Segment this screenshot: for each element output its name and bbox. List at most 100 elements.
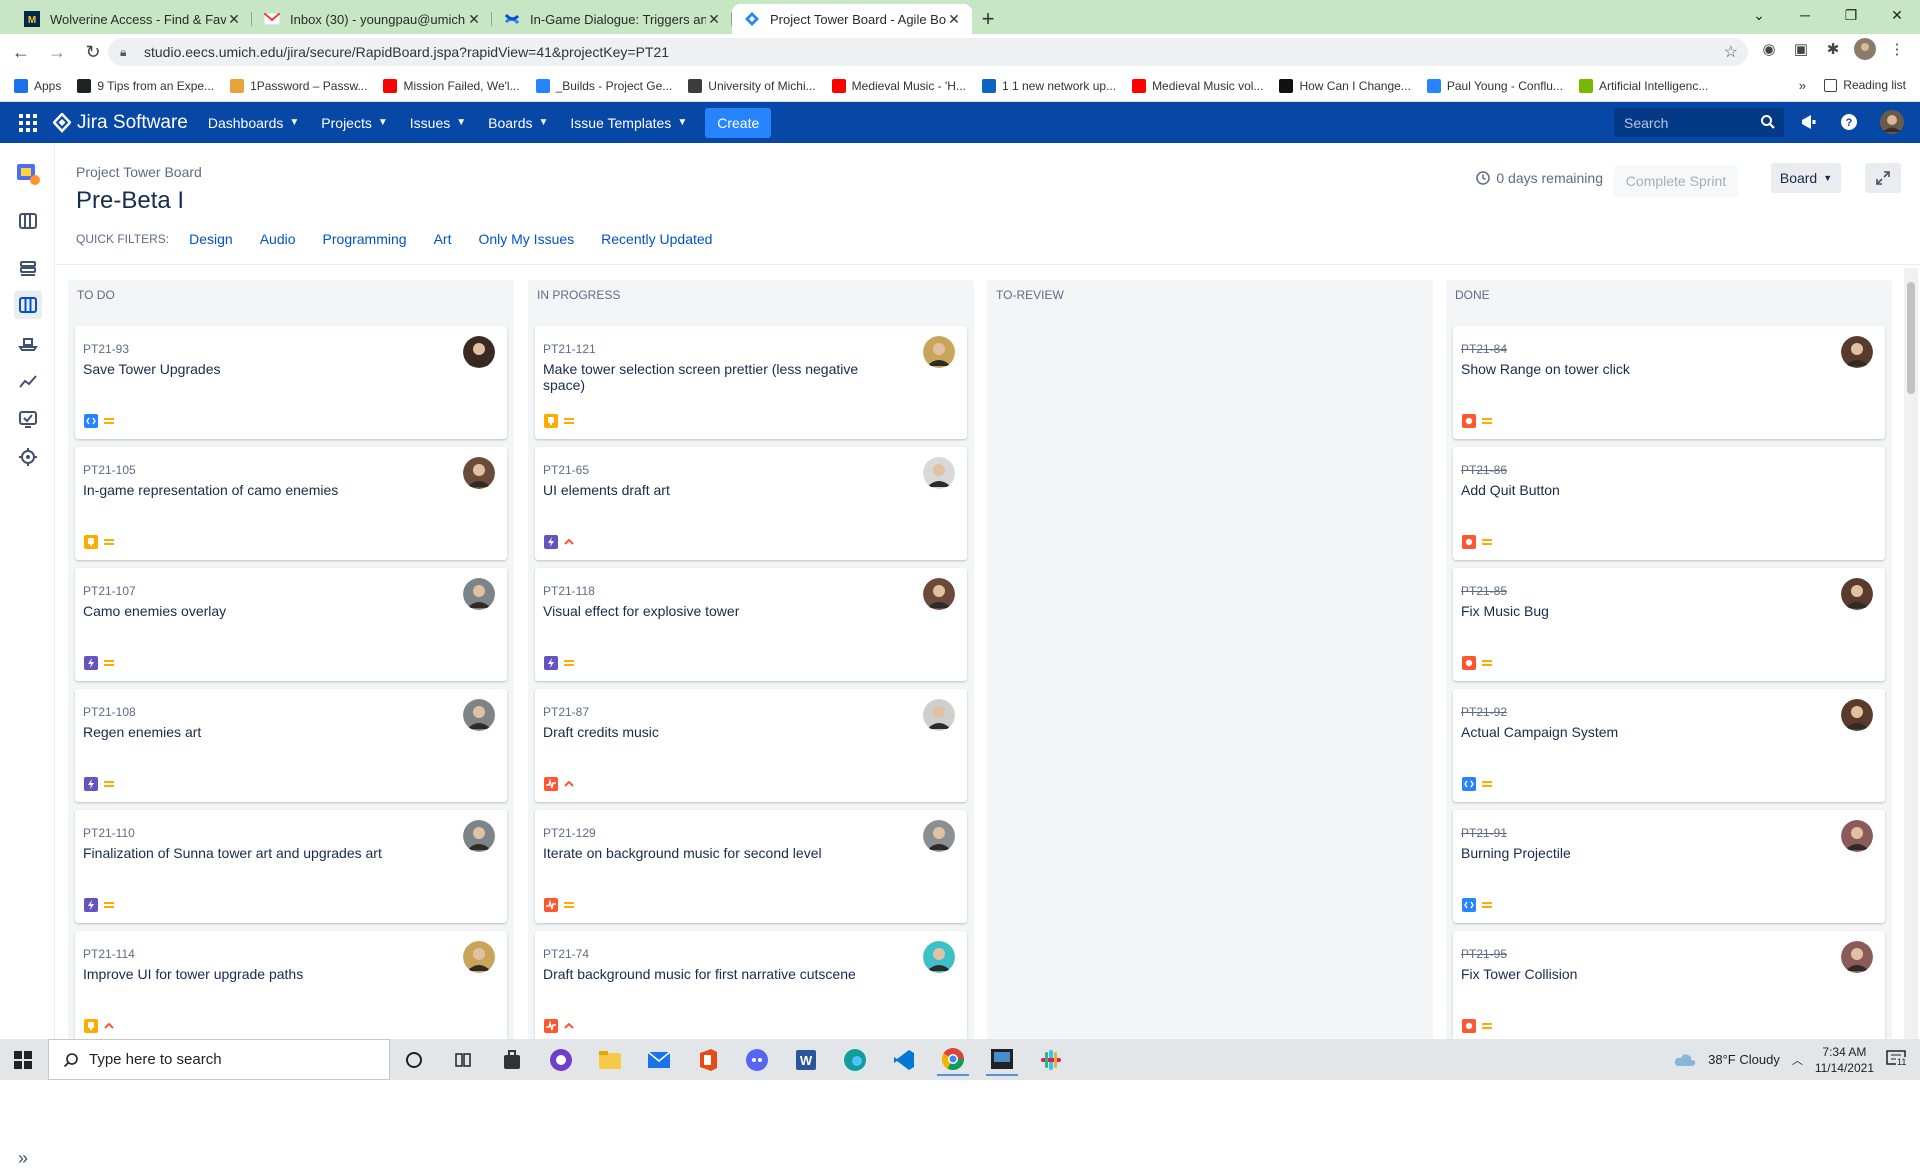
- assignee-avatar[interactable]: [1841, 699, 1873, 731]
- browser-tab[interactable]: M Wolverine Access - Find & Favorit ✕: [12, 4, 252, 34]
- address-bar[interactable]: 🔒︎ studio.eecs.umich.edu/jira/secure/Rap…: [108, 38, 1748, 66]
- browser-tab[interactable]: Inbox (30) - youngpau@umich.ed ✕: [252, 4, 492, 34]
- issue-card[interactable]: PT21-129 Iterate on background music for…: [535, 810, 967, 923]
- chrome-icon[interactable]: [937, 1044, 969, 1076]
- issue-card[interactable]: PT21-110 Finalization of Sunna tower art…: [75, 810, 507, 923]
- bookmark-item[interactable]: University of Michi...: [688, 78, 816, 93]
- assignee-avatar[interactable]: [923, 941, 955, 973]
- issue-card[interactable]: PT21-118 Visual effect for explosive tow…: [535, 568, 967, 681]
- windows-start-icon[interactable]: [14, 1051, 32, 1069]
- notification-button[interactable]: 11: [1886, 1049, 1912, 1070]
- user-avatar[interactable]: [1880, 110, 1904, 134]
- bookmark-item[interactable]: 1 1 new network up...: [981, 78, 1116, 93]
- issue-key[interactable]: PT21-121: [543, 342, 596, 356]
- screencast-extension-icon[interactable]: ▣: [1790, 38, 1812, 60]
- issue-card[interactable]: PT21-84 Show Range on tower click: [1453, 326, 1885, 439]
- quick-filter-programming[interactable]: Programming: [323, 231, 407, 247]
- project-settings-icon[interactable]: [14, 443, 42, 471]
- nav-menu-issues[interactable]: Issues ▼: [410, 115, 466, 131]
- complete-sprint-button[interactable]: Complete Sprint: [1614, 165, 1738, 197]
- issue-card[interactable]: PT21-65 UI elements draft art: [535, 447, 967, 560]
- tray-expand-icon[interactable]: ︿: [1792, 1052, 1803, 1068]
- bookmark-item[interactable]: 9 Tips from an Expe...: [77, 78, 214, 93]
- bookmark-item[interactable]: Paul Young - Conflu...: [1426, 78, 1563, 93]
- weather-text[interactable]: 38°F Cloudy: [1708, 1052, 1780, 1067]
- assignee-avatar[interactable]: [463, 820, 495, 852]
- issues-icon[interactable]: [14, 405, 42, 433]
- close-tab-icon[interactable]: ✕: [226, 11, 242, 28]
- discord-icon[interactable]: [741, 1044, 773, 1076]
- board-menu-button[interactable]: Board ▼: [1771, 163, 1841, 193]
- reports-icon[interactable]: [14, 367, 42, 395]
- assignee-avatar[interactable]: [463, 699, 495, 731]
- quick-filter-audio[interactable]: Audio: [260, 231, 296, 247]
- word-icon[interactable]: W: [790, 1044, 822, 1076]
- nav-menu-issue-templates[interactable]: Issue Templates ▼: [570, 115, 687, 131]
- assignee-avatar[interactable]: [923, 820, 955, 852]
- issue-key[interactable]: PT21-87: [543, 705, 589, 719]
- more-bookmarks-button[interactable]: »: [1799, 78, 1806, 93]
- bookmark-item[interactable]: Medieval Music - 'H...: [831, 78, 966, 93]
- issue-key[interactable]: PT21-84: [1461, 342, 1507, 356]
- issue-card[interactable]: PT21-91 Burning Projectile: [1453, 810, 1885, 923]
- roadmap-icon[interactable]: [14, 207, 42, 235]
- slack-icon[interactable]: [1035, 1044, 1067, 1076]
- create-button[interactable]: Create: [705, 107, 772, 138]
- jira-search-input[interactable]: Search: [1614, 108, 1784, 137]
- assignee-avatar[interactable]: [463, 941, 495, 973]
- bookmark-item[interactable]: Artificial Intelligenc...: [1578, 78, 1708, 93]
- bookmark-item[interactable]: Medieval Music vol...: [1132, 78, 1263, 93]
- issue-key[interactable]: PT21-105: [83, 463, 136, 477]
- backlog-icon[interactable]: [14, 255, 42, 283]
- expand-sidebar-icon[interactable]: »: [18, 1148, 28, 1169]
- edge-icon[interactable]: [839, 1044, 871, 1076]
- issue-key[interactable]: PT21-129: [543, 826, 596, 840]
- assignee-avatar[interactable]: [1841, 941, 1873, 973]
- assignee-avatar[interactable]: [923, 336, 955, 368]
- issue-key[interactable]: PT21-110: [83, 826, 135, 840]
- issue-card[interactable]: PT21-114 Improve UI for tower upgrade pa…: [75, 931, 507, 1040]
- close-window-button[interactable]: ✕: [1874, 0, 1920, 30]
- github-desktop-icon[interactable]: [545, 1044, 577, 1076]
- issue-card[interactable]: PT21-105 In-game representation of camo …: [75, 447, 507, 560]
- issue-card[interactable]: PT21-87 Draft credits music: [535, 689, 967, 802]
- assignee-avatar[interactable]: [1841, 820, 1873, 852]
- nav-menu-projects[interactable]: Projects ▼: [321, 115, 387, 131]
- issue-card[interactable]: PT21-85 Fix Music Bug: [1453, 568, 1885, 681]
- tab-search-icon[interactable]: ⌄: [1736, 0, 1782, 30]
- breadcrumb[interactable]: Project Tower Board: [76, 164, 202, 180]
- issue-card[interactable]: PT21-86 Add Quit Button: [1453, 447, 1885, 560]
- project-avatar-icon[interactable]: [14, 159, 42, 187]
- assignee-avatar[interactable]: [463, 578, 495, 610]
- releases-icon[interactable]: [14, 329, 42, 357]
- issue-key[interactable]: PT21-92: [1461, 705, 1507, 719]
- reading-list-button[interactable]: Reading list: [1824, 78, 1906, 92]
- issue-key[interactable]: PT21-118: [543, 584, 595, 598]
- issue-key[interactable]: PT21-108: [83, 705, 136, 719]
- assignee-avatar[interactable]: [1841, 578, 1873, 610]
- issue-key[interactable]: PT21-114: [83, 947, 135, 961]
- browser-tab[interactable]: In-Game Dialogue: Triggers and T ✕: [492, 4, 732, 34]
- reload-button[interactable]: ↻: [78, 37, 108, 67]
- issue-key[interactable]: PT21-91: [1461, 826, 1507, 840]
- issue-card[interactable]: PT21-93 Save Tower Upgrades: [75, 326, 507, 439]
- vscode-icon[interactable]: [888, 1044, 920, 1076]
- mail-icon[interactable]: [643, 1044, 675, 1076]
- close-tab-icon[interactable]: ✕: [466, 11, 482, 28]
- office-icon[interactable]: [692, 1044, 724, 1076]
- issue-card[interactable]: PT21-92 Actual Campaign System: [1453, 689, 1885, 802]
- cortana-icon[interactable]: [398, 1044, 430, 1076]
- clock[interactable]: 7:34 AM 11/14/2021: [1815, 1044, 1874, 1076]
- nav-menu-boards[interactable]: Boards ▼: [488, 115, 548, 131]
- issue-card[interactable]: PT21-108 Regen enemies art: [75, 689, 507, 802]
- bookmark-item[interactable]: Mission Failed, We'l...: [383, 78, 520, 93]
- issue-card[interactable]: PT21-74 Draft background music for first…: [535, 931, 967, 1040]
- quick-filter-design[interactable]: Design: [189, 231, 233, 247]
- fullscreen-button[interactable]: [1865, 163, 1901, 193]
- back-button[interactable]: ←: [6, 37, 36, 67]
- jira-logo[interactable]: Jira Software: [53, 112, 188, 134]
- bookmark-item[interactable]: Apps: [14, 78, 61, 93]
- close-tab-icon[interactable]: ✕: [946, 11, 962, 28]
- bookmark-star-icon[interactable]: ☆: [1724, 42, 1738, 62]
- issue-key[interactable]: PT21-85: [1461, 584, 1507, 598]
